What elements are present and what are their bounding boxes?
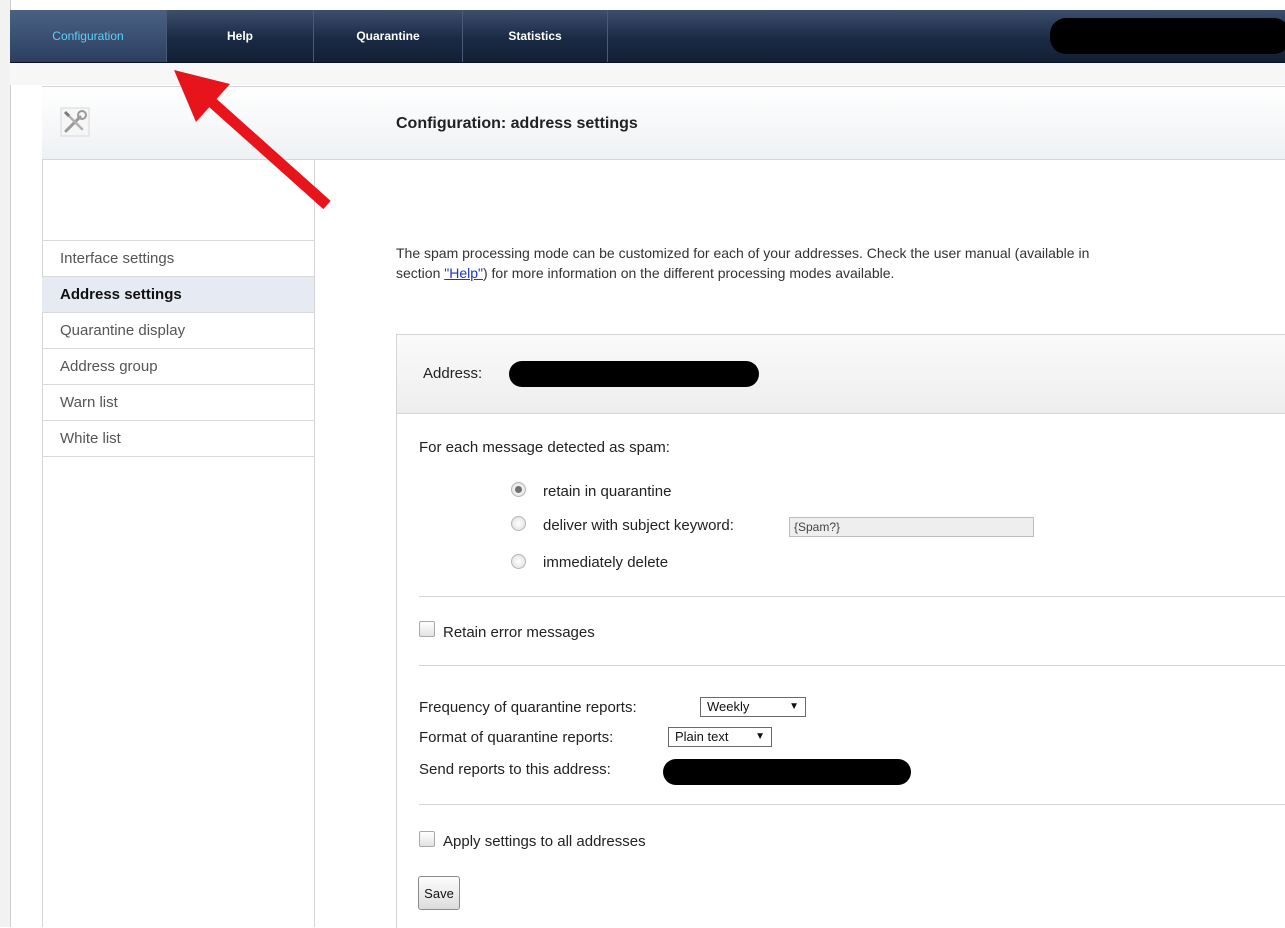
- apply-all-checkbox[interactable]: [419, 831, 435, 847]
- frequency-value: Weekly: [707, 699, 750, 714]
- address-settings-panel: Address: For each message detected as sp…: [396, 334, 1285, 928]
- nav-tab-statistics[interactable]: Statistics: [463, 10, 608, 62]
- format-select[interactable]: Plain text ▼: [668, 727, 772, 747]
- subject-keyword-input[interactable]: [789, 517, 1034, 537]
- redacted-user-info: [1050, 18, 1285, 54]
- redacted-address: [509, 361, 759, 387]
- frequency-select[interactable]: Weekly ▼: [700, 697, 806, 717]
- radio-deliver-label: deliver with subject keyword:: [543, 517, 734, 534]
- sidebar-item-interface-settings[interactable]: Interface settings: [42, 240, 314, 277]
- nav-tab-configuration[interactable]: Configuration: [10, 10, 167, 62]
- divider: [419, 804, 1285, 805]
- frequency-label: Frequency of quarantine reports:: [419, 699, 637, 716]
- help-link[interactable]: "Help": [444, 265, 483, 281]
- send-reports-label: Send reports to this address:: [419, 761, 611, 778]
- window-left-edge: [0, 0, 11, 927]
- nav-separator-band: [10, 63, 1285, 85]
- chevron-down-icon: ▼: [789, 701, 799, 712]
- intro-line-2-post: ) for more information on the different …: [482, 265, 895, 281]
- format-value: Plain text: [675, 729, 729, 744]
- sidebar-item-warn-list[interactable]: Warn list: [42, 385, 314, 421]
- intro-line-2: section "Help") for more information on …: [396, 263, 1285, 283]
- intro-text: The spam processing mode can be customiz…: [396, 243, 1285, 283]
- sidebar: Interface settings Address settings Quar…: [42, 240, 314, 457]
- nav-tab-quarantine[interactable]: Quarantine: [314, 10, 463, 62]
- page-header: Configuration: address settings: [42, 86, 1285, 160]
- save-button[interactable]: Save: [418, 876, 460, 910]
- address-label: Address:: [423, 365, 483, 382]
- intro-line-2-pre: section: [396, 265, 445, 281]
- spam-heading: For each message detected as spam:: [419, 439, 670, 456]
- frame-border-sidebar: [314, 86, 315, 927]
- address-header: Address:: [397, 335, 1285, 414]
- apply-all-label: Apply settings to all addresses: [443, 833, 646, 850]
- radio-deliver-keyword[interactable]: [511, 516, 526, 531]
- radio-delete-label: immediately delete: [543, 554, 669, 571]
- divider: [419, 596, 1285, 597]
- radio-immediately-delete[interactable]: [511, 554, 526, 569]
- intro-line-1: The spam processing mode can be customiz…: [396, 245, 1090, 261]
- sidebar-item-white-list[interactable]: White list: [42, 421, 314, 457]
- radio-retain-label: retain in quarantine: [543, 483, 672, 500]
- divider: [419, 665, 1285, 666]
- top-nav-bar: Configuration Help Quarantine Statistics: [10, 10, 1285, 63]
- page-title: Configuration: address settings: [396, 115, 638, 132]
- sidebar-item-address-group[interactable]: Address group: [42, 349, 314, 385]
- nav-tab-help[interactable]: Help: [167, 10, 314, 62]
- retain-errors-label: Retain error messages: [443, 624, 595, 641]
- wrench-screwdriver-icon: [60, 107, 90, 137]
- sidebar-item-quarantine-display[interactable]: Quarantine display: [42, 313, 314, 349]
- sidebar-item-address-settings[interactable]: Address settings: [42, 277, 314, 313]
- retain-errors-checkbox[interactable]: [419, 621, 435, 637]
- frame-border-left: [42, 86, 43, 927]
- redacted-report-address: [663, 759, 911, 785]
- chevron-down-icon: ▼: [755, 731, 765, 742]
- radio-retain-quarantine[interactable]: [511, 482, 526, 497]
- format-label: Format of quarantine reports:: [419, 729, 614, 746]
